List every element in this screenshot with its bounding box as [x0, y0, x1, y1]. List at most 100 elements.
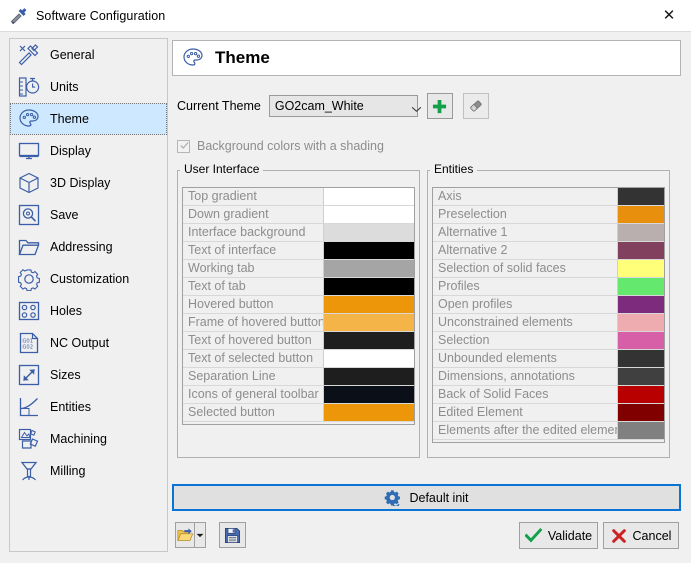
- color-row-label: Unbounded elements: [433, 350, 618, 368]
- color-swatch[interactable]: [618, 314, 664, 332]
- color-swatch[interactable]: [618, 404, 664, 422]
- validate-button[interactable]: Validate: [519, 522, 598, 549]
- sidebar-item-label: Addressing: [50, 240, 113, 254]
- color-row[interactable]: Unbounded elements: [433, 350, 664, 368]
- color-row[interactable]: Open profiles: [433, 296, 664, 314]
- color-row[interactable]: Preselection: [433, 206, 664, 224]
- color-row-label: Separation Line: [183, 368, 324, 386]
- color-row[interactable]: Down gradient: [183, 206, 414, 224]
- color-row-label: Alternative 1: [433, 224, 618, 242]
- color-row[interactable]: Text of selected button: [183, 350, 414, 368]
- color-row-label: Back of Solid Faces: [433, 386, 618, 404]
- color-row[interactable]: Top gradient: [183, 188, 414, 206]
- color-row[interactable]: Separation Line: [183, 368, 414, 386]
- color-row[interactable]: Selected button: [183, 404, 414, 422]
- settings-sidebar[interactable]: General Units Theme Display 3D Display S…: [9, 38, 168, 552]
- sidebar-item-units[interactable]: Units: [10, 71, 167, 103]
- check-icon: [180, 141, 189, 150]
- color-swatch[interactable]: [324, 332, 414, 350]
- color-row-label: Edited Element: [433, 404, 618, 422]
- color-swatch[interactable]: [618, 242, 664, 260]
- color-row[interactable]: Selection: [433, 332, 664, 350]
- color-row[interactable]: Alternative 1: [433, 224, 664, 242]
- sidebar-item-milling[interactable]: Milling: [10, 455, 167, 487]
- sidebar-item-display[interactable]: Display: [10, 135, 167, 167]
- color-swatch[interactable]: [324, 224, 414, 242]
- color-row[interactable]: Interface background: [183, 224, 414, 242]
- eraser-icon: [468, 98, 484, 114]
- background-shading-row[interactable]: Background colors with a shading: [177, 137, 384, 155]
- color-swatch[interactable]: [324, 404, 414, 422]
- color-swatch[interactable]: [618, 350, 664, 368]
- plus-icon: [432, 99, 447, 114]
- color-row[interactable]: Edited Element: [433, 404, 664, 422]
- entities-color-list[interactable]: AxisPreselectionAlternative 1Alternative…: [432, 187, 665, 443]
- color-swatch[interactable]: [618, 188, 664, 206]
- color-row[interactable]: Text of interface: [183, 242, 414, 260]
- color-row[interactable]: Working tab: [183, 260, 414, 278]
- color-row[interactable]: Unconstrained elements: [433, 314, 664, 332]
- sidebar-item-addressing[interactable]: Addressing: [10, 231, 167, 263]
- color-row[interactable]: Frame of hovered button: [183, 314, 414, 332]
- color-swatch[interactable]: [618, 332, 664, 350]
- color-swatch[interactable]: [618, 296, 664, 314]
- erase-theme-button[interactable]: [463, 93, 489, 119]
- sidebar-item-label: Sizes: [50, 368, 81, 382]
- color-row[interactable]: Hovered button: [183, 296, 414, 314]
- validate-label: Validate: [548, 529, 592, 543]
- sidebar-item-customization[interactable]: Customization: [10, 263, 167, 295]
- disk-search-icon: [17, 203, 41, 227]
- color-swatch[interactable]: [618, 386, 664, 404]
- milling-icon: [17, 459, 41, 483]
- sidebar-item-nc-output[interactable]: G01 G02NC Output: [10, 327, 167, 359]
- current-theme-select[interactable]: GO2cam_White: [269, 95, 418, 117]
- sidebar-item-holes[interactable]: Holes: [10, 295, 167, 327]
- color-swatch[interactable]: [618, 368, 664, 386]
- sidebar-item-general[interactable]: General: [10, 39, 167, 71]
- color-row[interactable]: Back of Solid Faces: [433, 386, 664, 404]
- color-row[interactable]: Alternative 2: [433, 242, 664, 260]
- color-row[interactable]: Dimensions, annotations: [433, 368, 664, 386]
- cancel-button[interactable]: Cancel: [603, 522, 679, 549]
- color-swatch[interactable]: [324, 368, 414, 386]
- color-swatch[interactable]: [618, 278, 664, 296]
- color-row[interactable]: Elements after the edited element: [433, 422, 664, 440]
- save-theme-button[interactable]: [219, 522, 246, 548]
- color-swatch[interactable]: [324, 206, 414, 224]
- color-swatch[interactable]: [324, 350, 414, 368]
- color-row-label: Text of tab: [183, 278, 324, 296]
- default-init-button[interactable]: Default init: [172, 484, 681, 511]
- sidebar-item-theme[interactable]: Theme: [10, 103, 167, 135]
- sidebar-item-save[interactable]: Save: [10, 199, 167, 231]
- sidebar-item-entities[interactable]: Entities: [10, 391, 167, 423]
- sidebar-item-machining[interactable]: Machining: [10, 423, 167, 455]
- color-swatch[interactable]: [618, 422, 664, 440]
- close-icon[interactable]: ✕: [647, 0, 691, 30]
- user-interface-color-list[interactable]: Top gradientDown gradientInterface backg…: [182, 187, 415, 425]
- color-swatch[interactable]: [324, 386, 414, 404]
- color-swatch[interactable]: [324, 314, 414, 332]
- sidebar-item-3d-display[interactable]: 3D Display: [10, 167, 167, 199]
- color-row[interactable]: Profiles: [433, 278, 664, 296]
- color-row[interactable]: Text of tab: [183, 278, 414, 296]
- color-row[interactable]: Axis: [433, 188, 664, 206]
- color-row[interactable]: Selection of solid faces: [433, 260, 664, 278]
- color-row[interactable]: Text of hovered button: [183, 332, 414, 350]
- color-swatch[interactable]: [618, 260, 664, 278]
- color-swatch[interactable]: [324, 278, 414, 296]
- sidebar-item-sizes[interactable]: Sizes: [10, 359, 167, 391]
- color-swatch[interactable]: [618, 224, 664, 242]
- color-row-label: Icons of general toolbar: [183, 386, 324, 404]
- gear-icon: [17, 267, 41, 291]
- add-theme-button[interactable]: [427, 93, 453, 119]
- color-swatch[interactable]: [324, 188, 414, 206]
- open-theme-button[interactable]: [175, 522, 194, 548]
- color-row[interactable]: Icons of general toolbar: [183, 386, 414, 404]
- background-shading-checkbox[interactable]: [177, 140, 190, 153]
- open-theme-dropdown[interactable]: [194, 522, 206, 548]
- tools-icon: [9, 6, 29, 26]
- color-swatch[interactable]: [618, 206, 664, 224]
- color-swatch[interactable]: [324, 260, 414, 278]
- color-swatch[interactable]: [324, 296, 414, 314]
- color-swatch[interactable]: [324, 242, 414, 260]
